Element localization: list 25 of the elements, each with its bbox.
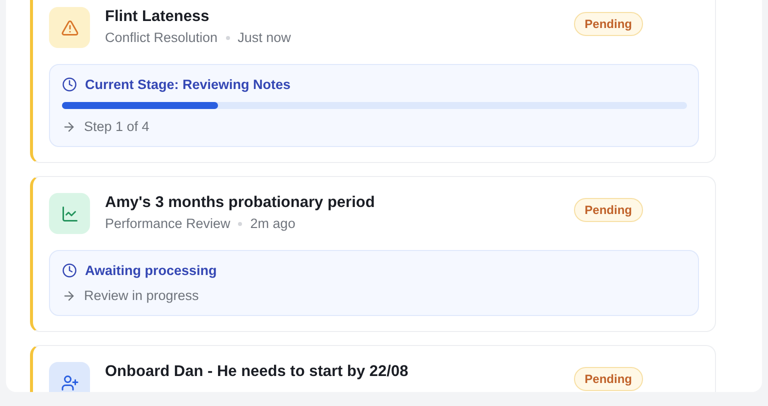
request-time: Just now: [238, 30, 291, 45]
request-category: Performance Review: [105, 216, 230, 231]
stage-label: Awaiting processing: [85, 263, 217, 278]
status-badge: Pending: [574, 198, 643, 222]
request-category: Conflict Resolution: [105, 30, 218, 45]
warning-icon: [49, 7, 90, 48]
line-chart-icon: [49, 193, 90, 234]
request-card[interactable]: Onboard Dan - He needs to start by 22/08 Pending: [30, 345, 716, 392]
request-card[interactable]: Flint Lateness Conflict Resolution Just now Pending Current Stage: Reviewing Notes Step 1 of 4: [30, 0, 716, 163]
clock-icon: [62, 77, 77, 92]
separator-dot: [226, 36, 230, 40]
request-title: Onboard Dan - He needs to start by 22/08: [105, 363, 410, 381]
stage-note: Review in progress: [84, 288, 199, 303]
status-badge: Pending: [574, 367, 643, 391]
status-badge: Pending: [574, 12, 643, 36]
stage-label: Current Stage: Reviewing Notes: [85, 77, 291, 92]
request-card[interactable]: Amy's 3 months probationary period Performance Review 2m ago Pending Awaiting processing Review in progress: [30, 176, 716, 332]
request-title: Flint Lateness: [105, 8, 210, 26]
stage-note: Step 1 of 4: [84, 119, 150, 134]
arrow-icon: [62, 288, 76, 302]
clock-icon: [62, 263, 77, 278]
request-title: Amy's 3 months probationary period: [105, 194, 376, 212]
user-plus-icon: [49, 362, 90, 392]
separator-dot: [238, 222, 242, 226]
request-time: 2m ago: [250, 216, 296, 231]
